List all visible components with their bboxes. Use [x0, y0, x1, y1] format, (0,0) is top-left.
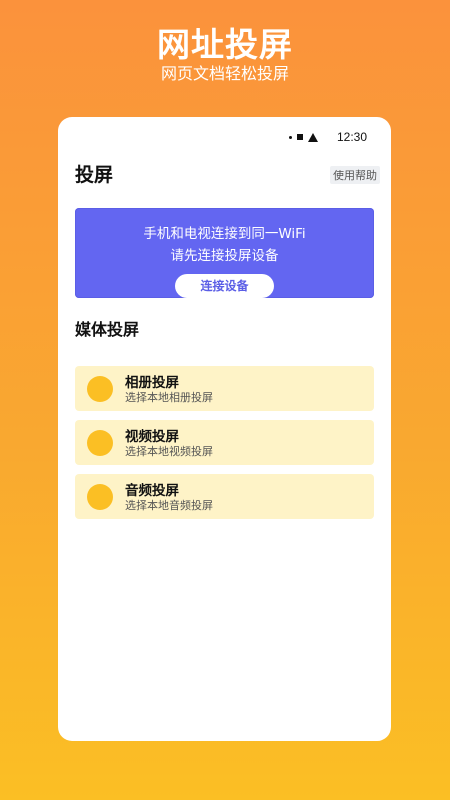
- hero-title: 网址投屏: [157, 25, 293, 64]
- status-time: 12:30: [336, 130, 367, 144]
- media-list: 相册投屏 选择本地相册投屏 视频投屏 选择本地视频投屏 音频投屏 选择本地音频投…: [75, 366, 374, 528]
- connect-device-button[interactable]: 连接设备: [175, 274, 274, 298]
- help-button[interactable]: 使用帮助: [330, 166, 380, 184]
- status-bar: 12:30: [288, 129, 367, 145]
- connect-banner: 手机和电视连接到同一WiFi 请先连接投屏设备 连接设备: [75, 208, 374, 298]
- video-icon: [87, 430, 113, 456]
- photo-icon: [87, 376, 113, 402]
- notification-dot-icon: [288, 135, 292, 139]
- audio-icon: [87, 484, 113, 510]
- media-item-desc: 选择本地相册投屏: [125, 391, 213, 404]
- phone-screen: 12:30 投屏 使用帮助 手机和电视连接到同一WiFi 请先连接投屏设备 连接…: [58, 117, 391, 741]
- page-title: 投屏: [75, 164, 114, 186]
- banner-line-1: 手机和电视连接到同一WiFi: [143, 226, 306, 242]
- media-item-name: 视频投屏: [125, 429, 179, 445]
- media-section-title: 媒体投屏: [75, 320, 140, 339]
- media-item-name: 相册投屏: [125, 375, 179, 391]
- media-item-name: 音频投屏: [125, 483, 179, 499]
- media-item-audio[interactable]: 音频投屏 选择本地音频投屏: [75, 474, 374, 519]
- media-item-photo[interactable]: 相册投屏 选择本地相册投屏: [75, 366, 374, 411]
- wifi-triangle-icon: [307, 132, 318, 142]
- banner-line-2: 请先连接投屏设备: [170, 248, 279, 264]
- hero-subtitle: 网页文档轻松投屏: [160, 64, 289, 83]
- media-item-desc: 选择本地视频投屏: [125, 445, 213, 458]
- media-item-video[interactable]: 视频投屏 选择本地视频投屏: [75, 420, 374, 465]
- signal-square-icon: [296, 134, 303, 140]
- media-item-desc: 选择本地音频投屏: [125, 499, 213, 512]
